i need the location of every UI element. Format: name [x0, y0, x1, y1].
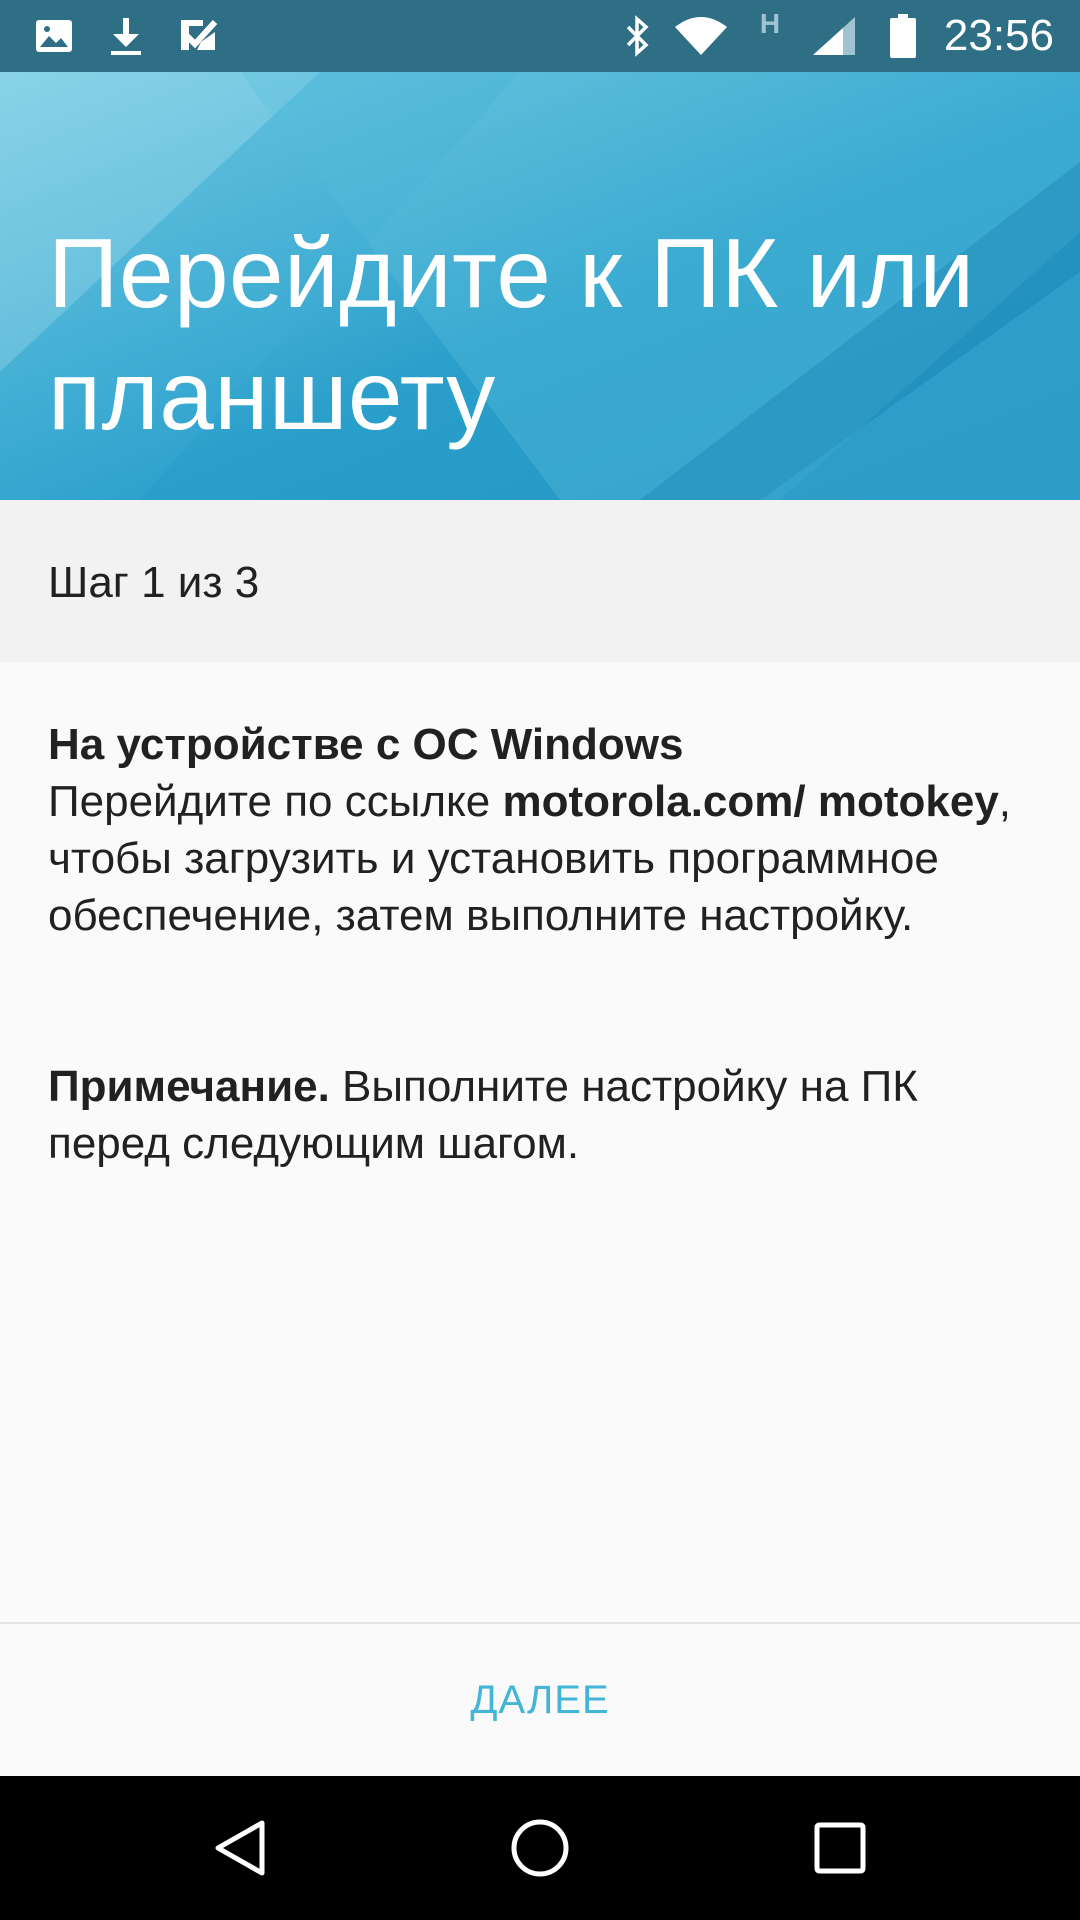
- download-icon: [108, 0, 144, 72]
- next-button[interactable]: ДАЛЕЕ: [390, 1664, 690, 1736]
- battery-icon: [888, 0, 918, 72]
- note-text: Примечание. Выполните настройку на ПК пе…: [48, 1058, 1038, 1172]
- network-type-indicator: H: [756, 0, 784, 60]
- network-type-label: H: [759, 8, 781, 39]
- signal-icon: [810, 0, 858, 72]
- bluetooth-icon: [622, 0, 654, 72]
- status-bar: H 23:56: [0, 0, 1080, 72]
- recents-icon[interactable]: [790, 1798, 890, 1898]
- section-title: На устройстве с ОС Windows: [48, 720, 684, 769]
- instructions-text-before: Перейдите по ссылке: [48, 777, 503, 826]
- wifi-icon: [672, 0, 730, 72]
- home-icon[interactable]: [490, 1798, 590, 1898]
- back-icon[interactable]: [190, 1798, 290, 1898]
- header-banner: Перейдите к ПК или планшету: [0, 72, 1080, 500]
- download-link[interactable]: motorola.com/ motokey: [502, 777, 998, 826]
- step-indicator: Шаг 1 из 3: [0, 500, 1080, 662]
- instructions-content: На устройстве с ОС Windows Перейдите по …: [48, 716, 1038, 1172]
- navigation-bar: [0, 1776, 1080, 1920]
- image-icon: [34, 0, 74, 72]
- step-label: Шаг 1 из 3: [48, 558, 260, 607]
- note-label: Примечание.: [48, 1062, 330, 1111]
- instructions-text: Перейдите по ссылке motorola.com/ motoke…: [48, 773, 1038, 944]
- status-time: 23:56: [943, 11, 1054, 60]
- page-title: Перейдите к ПК или планшету: [48, 218, 975, 450]
- tasks-icon: [176, 0, 222, 72]
- footer-divider: [0, 1622, 1080, 1624]
